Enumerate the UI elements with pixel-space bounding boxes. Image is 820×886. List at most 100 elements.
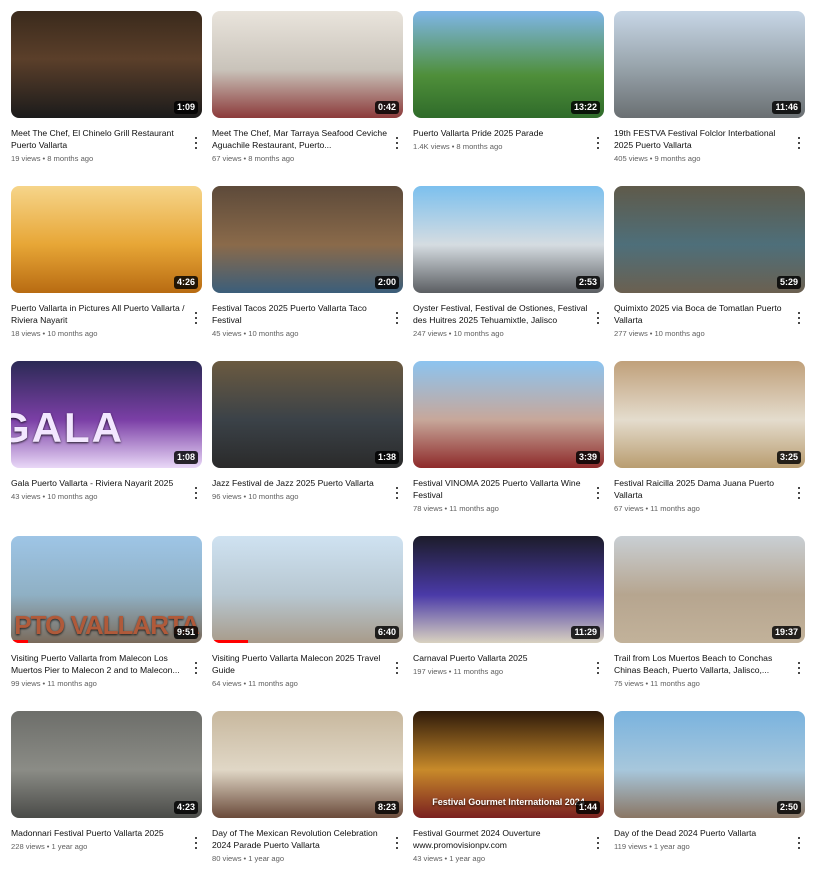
video-card[interactable]: 11:46 19th FESTVA Festival Folclor Interb… (614, 11, 805, 186)
video-card[interactable]: 4:23 Madonnari Festival Puerto Vallarta 2… (11, 711, 202, 886)
video-card[interactable]: 2:00 Festival Tacos 2025 Puerto Vallarta … (212, 186, 403, 361)
upload-age: 11 months ago (453, 667, 504, 676)
thumbnail-overlay-text: GALA (11, 404, 124, 451)
video-thumbnail[interactable]: 0:42 (212, 11, 403, 118)
video-details: Meet The Chef, El Chinelo Grill Restaura… (11, 127, 202, 165)
more-options-icon[interactable] (795, 486, 803, 500)
video-title[interactable]: Trail from Los Muertos Beach to Conchas … (614, 652, 791, 676)
meta-separator: • (444, 854, 448, 863)
video-thumbnail[interactable]: 2:50 (614, 711, 805, 818)
video-thumbnail[interactable]: 4:26 (11, 186, 202, 293)
video-card[interactable]: 2:53 Oyster Festival, Festival de Ostione… (413, 186, 604, 361)
more-options-icon[interactable] (192, 486, 200, 500)
upload-age: 1 year ago (449, 854, 486, 863)
duration-badge: 1:38 (374, 451, 399, 464)
more-options-icon[interactable] (393, 836, 401, 850)
video-thumbnail[interactable]: 3:25 (614, 361, 805, 468)
video-thumbnail[interactable]: PTO VALLARTA 9:51 (11, 536, 202, 643)
duration-badge: 2:53 (575, 276, 600, 289)
more-options-icon[interactable] (192, 836, 200, 850)
more-options-icon[interactable] (192, 661, 200, 675)
video-thumbnail[interactable]: 13:22 (413, 11, 604, 118)
more-options-icon[interactable] (795, 136, 803, 150)
video-thumbnail[interactable]: 1:38 (212, 361, 403, 468)
more-options-icon[interactable] (594, 661, 602, 675)
more-options-icon[interactable] (795, 661, 803, 675)
video-metadata: 405 views • 9 months ago (614, 153, 791, 165)
video-thumbnail[interactable]: 4:23 (11, 711, 202, 818)
video-thumbnail[interactable]: 1:09 (11, 11, 202, 118)
more-options-icon[interactable] (393, 661, 401, 675)
video-thumbnail[interactable]: 3:39 (413, 361, 604, 468)
video-title[interactable]: Meet The Chef, Mar Tarraya Seafood Cevic… (212, 127, 389, 151)
video-title[interactable]: Festival VINOMA 2025 Puerto Vallarta Win… (413, 477, 590, 501)
video-title[interactable]: Quimixto 2025 via Boca de Tomatlan Puert… (614, 302, 791, 326)
more-options-icon[interactable] (192, 311, 200, 325)
video-title[interactable]: Madonnari Festival Puerto Vallarta 2025 (11, 827, 188, 839)
upload-age: 8 months ago (456, 142, 503, 151)
video-thumbnail[interactable]: 2:53 (413, 186, 604, 293)
video-title[interactable]: Jazz Festival de Jazz 2025 Puerto Vallar… (212, 477, 389, 489)
more-options-icon[interactable] (393, 136, 401, 150)
video-card[interactable]: 5:29 Quimixto 2025 via Boca de Tomatlan P… (614, 186, 805, 361)
video-card[interactable]: 3:39 Festival VINOMA 2025 Puerto Vallarta… (413, 361, 604, 536)
video-title[interactable]: Day of The Mexican Revolution Celebratio… (212, 827, 389, 851)
video-card[interactable]: 4:26 Puerto Vallarta in Pictures All Puer… (11, 186, 202, 361)
video-card[interactable]: 19:37 Trail from Los Muertos Beach to Con… (614, 536, 805, 711)
video-title[interactable]: Day of the Dead 2024 Puerto Vallarta (614, 827, 791, 839)
video-title[interactable]: Meet The Chef, El Chinelo Grill Restaura… (11, 127, 188, 151)
more-options-icon[interactable] (594, 311, 602, 325)
more-options-icon[interactable] (393, 486, 401, 500)
video-thumbnail[interactable]: 11:29 (413, 536, 604, 643)
video-card[interactable]: 3:25 Festival Raicilla 2025 Dama Juana Pu… (614, 361, 805, 536)
video-title[interactable]: Carnaval Puerto Vallarta 2025 (413, 652, 590, 664)
duration-badge: 4:26 (173, 276, 198, 289)
more-options-icon[interactable] (192, 136, 200, 150)
video-thumbnail[interactable]: 11:46 (614, 11, 805, 118)
video-title[interactable]: Festival Tacos 2025 Puerto Vallarta Taco… (212, 302, 389, 326)
video-card[interactable]: GALA 1:08 Gala Puerto Vallarta - Riviera N… (11, 361, 202, 536)
video-title[interactable]: Puerto Vallarta in Pictures All Puerto V… (11, 302, 188, 326)
duration-badge: 1:09 (173, 101, 198, 114)
video-thumbnail[interactable]: 5:29 (614, 186, 805, 293)
view-count: 19 views (11, 154, 41, 163)
video-card[interactable]: 0:42 Meet The Chef, Mar Tarraya Seafood C… (212, 11, 403, 186)
more-options-icon[interactable] (795, 836, 803, 850)
video-thumbnail[interactable]: Festival Gourmet International 2024 1:44 (413, 711, 604, 818)
video-thumbnail[interactable]: 8:23 (212, 711, 403, 818)
video-title[interactable]: Puerto Vallarta Pride 2025 Parade (413, 127, 590, 139)
meta-separator: • (42, 329, 46, 338)
more-options-icon[interactable] (594, 836, 602, 850)
video-card[interactable]: Festival Gourmet International 2024 1:44 F… (413, 711, 604, 886)
video-title[interactable]: Festival Raicilla 2025 Dama Juana Puerto… (614, 477, 791, 501)
video-card[interactable]: 1:38 Jazz Festival de Jazz 2025 Puerto Va… (212, 361, 403, 536)
video-thumbnail[interactable]: 6:40 (212, 536, 403, 643)
video-title[interactable]: 19th FESTVA Festival Folclor Interbation… (614, 127, 791, 151)
video-card[interactable]: 6:40 Visiting Puerto Vallarta Malecon 202… (212, 536, 403, 711)
more-options-icon[interactable] (795, 311, 803, 325)
more-options-icon[interactable] (594, 136, 602, 150)
more-options-icon[interactable] (594, 486, 602, 500)
view-count: 228 views (11, 842, 45, 851)
upload-age: 8 months ago (47, 154, 94, 163)
video-card[interactable]: 13:22 Puerto Vallarta Pride 2025 Parade 1.… (413, 11, 604, 186)
duration-badge: 11:46 (772, 101, 801, 114)
more-options-icon[interactable] (393, 311, 401, 325)
video-title[interactable]: Oyster Festival, Festival de Ostiones, F… (413, 302, 590, 326)
video-card[interactable]: PTO VALLARTA 9:51 Visiting Puerto Vallarta… (11, 536, 202, 711)
video-card[interactable]: 11:29 Carnaval Puerto Vallarta 2025 197 vi… (413, 536, 604, 711)
video-thumbnail[interactable]: 2:00 (212, 186, 403, 293)
video-card[interactable]: 1:09 Meet The Chef, El Chinelo Grill Rest… (11, 11, 202, 186)
meta-separator: • (243, 154, 247, 163)
meta-separator: • (645, 679, 649, 688)
video-thumbnail[interactable]: 19:37 (614, 536, 805, 643)
video-title[interactable]: Visiting Puerto Vallarta from Malecon Lo… (11, 652, 188, 676)
video-title[interactable]: Festival Gourmet 2024 Ouverture www.prom… (413, 827, 590, 851)
video-card[interactable]: 8:23 Day of The Mexican Revolution Celebr… (212, 711, 403, 886)
meta-separator: • (243, 854, 247, 863)
video-title[interactable]: Visiting Puerto Vallarta Malecon 2025 Tr… (212, 652, 389, 676)
video-card[interactable]: 2:50 Day of the Dead 2024 Puerto Vallarta… (614, 711, 805, 886)
video-thumbnail[interactable]: GALA 1:08 (11, 361, 202, 468)
video-title[interactable]: Gala Puerto Vallarta - Riviera Nayarit 2… (11, 477, 188, 489)
video-details: Festival Tacos 2025 Puerto Vallarta Taco… (212, 302, 403, 340)
